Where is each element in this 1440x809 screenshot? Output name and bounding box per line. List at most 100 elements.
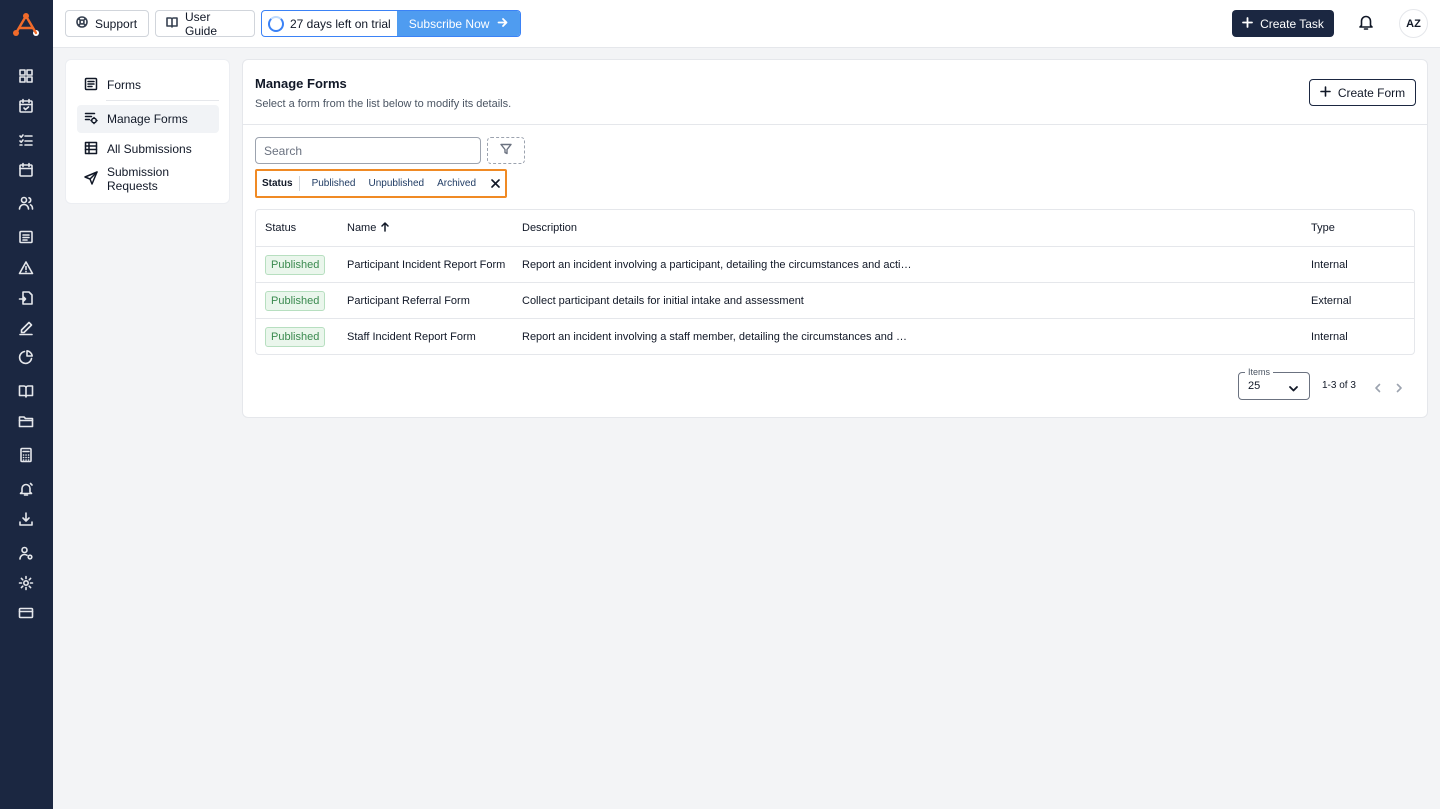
status-filter-label: Status bbox=[257, 176, 300, 191]
side-menu-item-forms[interactable]: Forms bbox=[77, 71, 219, 99]
manage-forms-icon bbox=[84, 111, 98, 128]
table-row[interactable]: Published Participant Referral Form Coll… bbox=[256, 283, 1414, 319]
support-button[interactable]: Support bbox=[65, 10, 149, 37]
plus-icon bbox=[1320, 85, 1331, 100]
side-menu-label: Manage Forms bbox=[107, 112, 188, 126]
user-guide-button[interactable]: User Guide bbox=[155, 9, 255, 38]
reports-pie-icon[interactable] bbox=[17, 348, 35, 366]
calendar-icon[interactable] bbox=[17, 161, 35, 179]
page-title: Manage Forms bbox=[255, 76, 347, 91]
create-form-button[interactable]: Create Form bbox=[1309, 79, 1416, 106]
document-import-icon[interactable] bbox=[17, 289, 35, 307]
column-header-status[interactable]: Status bbox=[265, 210, 296, 246]
plus-icon bbox=[1242, 16, 1253, 31]
subscribe-now-button[interactable]: Subscribe Now bbox=[396, 11, 521, 36]
items-per-page-value: 25 bbox=[1248, 380, 1261, 392]
signature-icon[interactable] bbox=[17, 319, 35, 337]
status-filter-archived[interactable]: Archived bbox=[437, 178, 476, 189]
billing-card-icon[interactable] bbox=[17, 604, 35, 622]
alarm-bell-icon[interactable] bbox=[17, 480, 35, 498]
name-cell: Participant Referral Form bbox=[347, 294, 470, 307]
settings-gear-icon[interactable] bbox=[17, 574, 35, 592]
trial-progress-ring-icon bbox=[268, 15, 284, 32]
user-avatar[interactable]: AZ bbox=[1399, 9, 1428, 38]
folder-icon[interactable] bbox=[17, 412, 35, 430]
dashboard-icon[interactable] bbox=[17, 67, 35, 85]
book-icon[interactable] bbox=[17, 382, 35, 400]
participants-icon[interactable] bbox=[17, 194, 35, 212]
clear-filter-close-icon[interactable] bbox=[490, 179, 500, 189]
status-badge: Published bbox=[265, 327, 326, 347]
name-cell: Staff Incident Report Form bbox=[347, 331, 476, 343]
notifications-bell-icon[interactable] bbox=[1357, 13, 1377, 33]
status-filter-bar: Status Published Unpublished Archived bbox=[255, 169, 507, 198]
filter-funnel-icon bbox=[500, 142, 512, 160]
description-text: Collect participant details for initial … bbox=[522, 294, 804, 307]
task-list-icon[interactable] bbox=[17, 131, 35, 149]
type-cell: Internal bbox=[1311, 258, 1348, 271]
forms-side-menu: Forms Manage Forms All Submissions Submi… bbox=[65, 59, 230, 204]
status-badge: Published bbox=[265, 254, 326, 275]
status-filter-unpublished[interactable]: Unpublished bbox=[368, 178, 424, 189]
previous-page-chevron-left-icon[interactable] bbox=[1373, 380, 1385, 393]
table-header-row: Status Name Description Type bbox=[256, 210, 1414, 247]
type-cell: External bbox=[1311, 294, 1352, 307]
side-menu-item-all-submissions[interactable]: All Submissions bbox=[77, 135, 219, 163]
status-cell: Published bbox=[265, 247, 326, 282]
app-logo-icon[interactable] bbox=[12, 12, 40, 38]
column-header-name-label: Name bbox=[347, 222, 377, 234]
side-menu-label: Submission Requests bbox=[107, 165, 170, 193]
description-cell: Collect participant details for initial … bbox=[522, 283, 912, 318]
trial-days-text: 27 days left on trial bbox=[290, 16, 391, 31]
create-task-label: Create Task bbox=[1260, 16, 1324, 31]
trial-banner: 27 days left on trial Subscribe Now bbox=[261, 10, 522, 37]
name-cell: Participant Incident Report Form bbox=[347, 258, 506, 271]
column-header-name[interactable]: Name bbox=[347, 210, 390, 246]
trial-status: 27 days left on trial bbox=[262, 11, 397, 36]
top-bar: Support User Guide 27 days left on trial… bbox=[53, 0, 1440, 48]
page-subtitle: Select a form from the list below to mod… bbox=[255, 98, 512, 110]
description-cell: Report an incident involving a staff mem… bbox=[522, 319, 912, 354]
create-task-button[interactable]: Create Task bbox=[1232, 10, 1334, 37]
calculator-icon[interactable] bbox=[17, 446, 35, 464]
status-badge: Published bbox=[265, 290, 326, 311]
support-lifebuoy-icon bbox=[76, 16, 88, 31]
description-cell: Report an incident involving a participa… bbox=[522, 247, 912, 282]
arrow-right-icon bbox=[497, 17, 508, 31]
notes-icon[interactable] bbox=[17, 228, 35, 246]
panel-header: Manage Forms Select a form from the list… bbox=[243, 60, 1427, 125]
subscribe-now-label: Subscribe Now bbox=[408, 16, 490, 31]
incident-warning-icon[interactable] bbox=[17, 259, 35, 277]
create-form-label: Create Form bbox=[1337, 85, 1406, 100]
side-menu-item-submission-requests[interactable]: Submission Requests bbox=[77, 165, 219, 193]
left-rail bbox=[0, 0, 53, 809]
sort-ascending-arrow-icon bbox=[380, 221, 390, 235]
table-row[interactable]: Published Participant Incident Report Fo… bbox=[256, 247, 1414, 283]
pagination-range: 1-3 of 3 bbox=[1322, 380, 1356, 391]
status-filter-published[interactable]: Published bbox=[312, 178, 356, 189]
items-per-page-select[interactable]: Items 25 bbox=[1238, 367, 1310, 400]
table-icon bbox=[84, 141, 98, 158]
send-icon bbox=[84, 170, 98, 188]
calendar-check-icon[interactable] bbox=[17, 97, 35, 115]
chevron-down-icon bbox=[1288, 381, 1299, 399]
form-icon bbox=[84, 77, 98, 94]
side-menu-item-manage-forms[interactable]: Manage Forms bbox=[77, 105, 219, 133]
user-guide-label: User Guide bbox=[185, 9, 218, 38]
filter-button[interactable] bbox=[487, 137, 525, 164]
book-open-icon bbox=[166, 16, 178, 31]
search-input[interactable] bbox=[255, 137, 481, 164]
column-header-type[interactable]: Type bbox=[1311, 210, 1335, 246]
status-cell: Published bbox=[265, 283, 326, 318]
description-text: Report an incident involving a staff mem… bbox=[522, 331, 912, 343]
support-label: Support bbox=[95, 16, 138, 31]
next-page-chevron-right-icon[interactable] bbox=[1394, 380, 1406, 393]
user-settings-icon[interactable] bbox=[17, 544, 35, 562]
type-cell: Internal bbox=[1311, 331, 1348, 343]
forms-table: Status Name Description Type Published P… bbox=[255, 209, 1415, 355]
table-row[interactable]: Published Staff Incident Report Form Rep… bbox=[256, 319, 1414, 354]
download-icon[interactable] bbox=[17, 510, 35, 528]
column-header-description[interactable]: Description bbox=[522, 210, 912, 246]
side-menu-label: All Submissions bbox=[107, 142, 192, 156]
manage-forms-panel: Manage Forms Select a form from the list… bbox=[242, 59, 1428, 418]
